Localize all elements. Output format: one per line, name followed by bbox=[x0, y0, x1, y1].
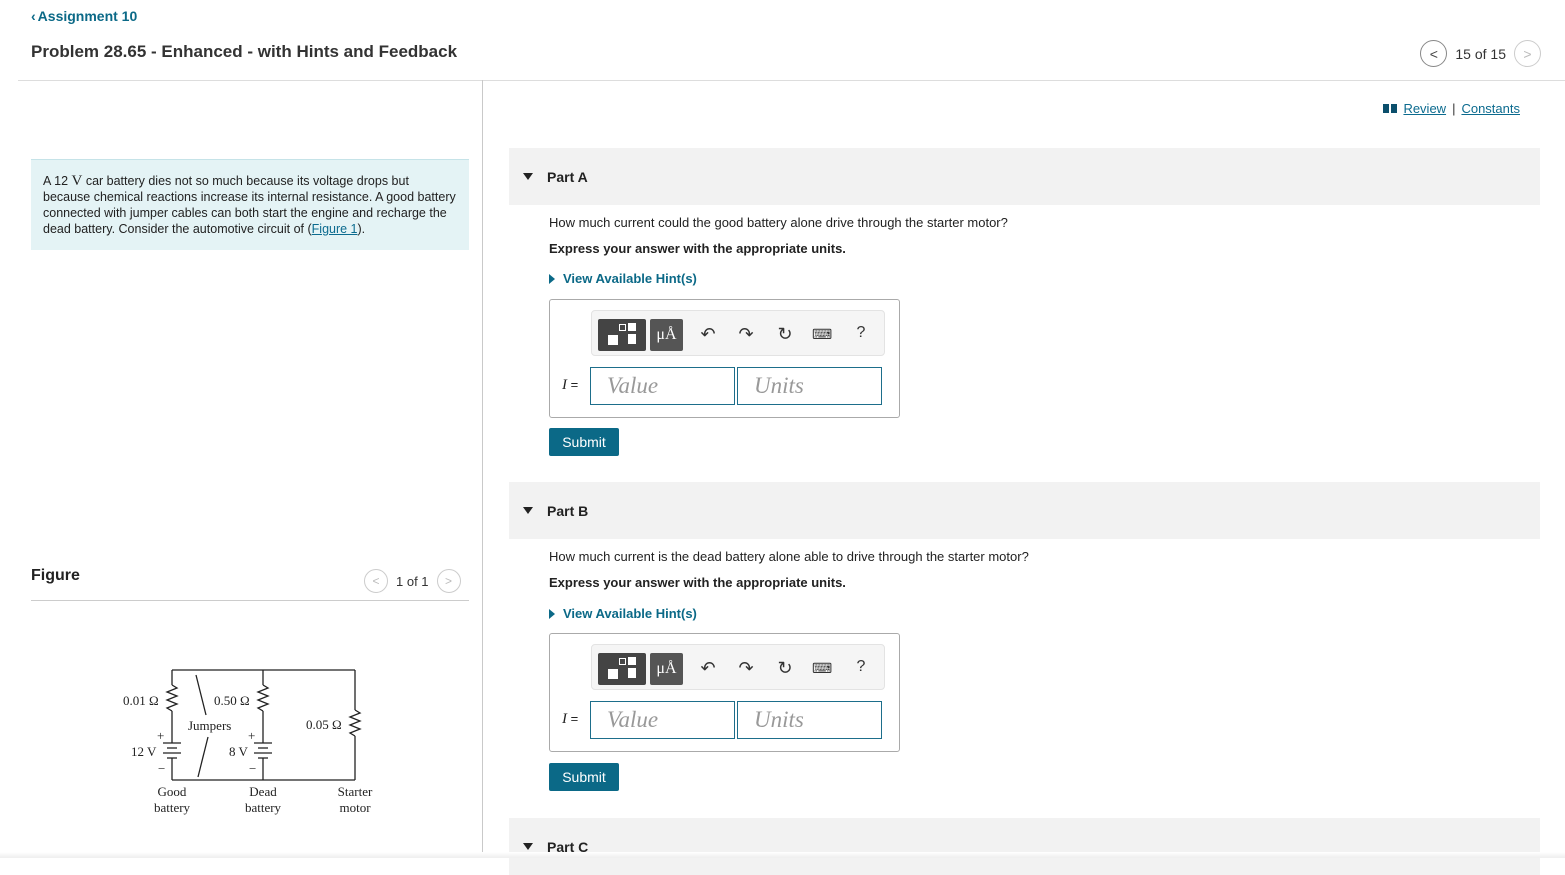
label-jumpers: Jumpers bbox=[188, 718, 231, 733]
label-good-2: battery bbox=[154, 800, 191, 815]
previous-figure-button[interactable]: < bbox=[364, 569, 388, 593]
label-starter-1: Starter bbox=[338, 784, 373, 799]
collapse-triangle-icon bbox=[523, 507, 533, 514]
problem-pager-text: 15 of 15 bbox=[1455, 46, 1506, 62]
figure-pager-text: 1 of 1 bbox=[396, 574, 429, 589]
variable-label: I = bbox=[562, 711, 578, 728]
symbols-button[interactable]: μÅ bbox=[650, 319, 683, 351]
minus-good: − bbox=[158, 761, 165, 776]
problem-statement: A 12 V car battery dies not so much beca… bbox=[31, 159, 469, 250]
reset-icon[interactable]: ↻ bbox=[775, 324, 795, 345]
minus-dead: − bbox=[249, 761, 256, 776]
part-c-header[interactable]: Part C bbox=[509, 818, 1540, 875]
chevron-left-icon: < bbox=[1430, 46, 1438, 62]
figure-pager: < 1 of 1 > bbox=[364, 569, 461, 593]
header-divider bbox=[18, 80, 1565, 81]
chevron-left-icon: ‹ bbox=[31, 8, 36, 24]
label-dead-2: battery bbox=[245, 800, 282, 815]
label-dead-1: Dead bbox=[249, 784, 277, 799]
column-divider bbox=[482, 80, 483, 858]
next-figure-button[interactable]: > bbox=[437, 569, 461, 593]
templates-button[interactable] bbox=[598, 653, 646, 685]
redo-icon[interactable]: ↷ bbox=[736, 324, 756, 345]
part-b-instructions: Express your answer with the appropriate… bbox=[549, 575, 846, 590]
expand-triangle-icon bbox=[549, 609, 555, 619]
symbols-button[interactable]: μÅ bbox=[650, 653, 683, 685]
math-toolbar: μÅ ↶ ↷ ↻ ⌨ ? bbox=[591, 644, 885, 690]
review-link[interactable]: Review bbox=[1403, 101, 1446, 116]
part-a-hint-toggle[interactable]: View Available Hint(s) bbox=[549, 271, 697, 286]
units-input[interactable]: Units bbox=[737, 367, 882, 405]
redo-icon[interactable]: ↷ bbox=[736, 658, 756, 679]
figure-divider bbox=[31, 600, 469, 601]
next-problem-button[interactable]: > bbox=[1514, 40, 1541, 67]
part-b-submit-button[interactable]: Submit bbox=[549, 763, 619, 791]
keyboard-icon[interactable]: ⌨ bbox=[812, 660, 832, 677]
keyboard-icon[interactable]: ⌨ bbox=[812, 326, 832, 343]
part-a-answer-box: μÅ ↶ ↷ ↻ ⌨ ? I = Value Units bbox=[549, 299, 900, 418]
collapse-triangle-icon bbox=[523, 173, 533, 180]
label-v-good: 12 V bbox=[131, 744, 157, 759]
figure-heading: Figure bbox=[31, 567, 80, 585]
circuit-diagram: 0.01 Ω 0.50 Ω Jumpers 0.05 Ω + + 12 V 8 … bbox=[110, 655, 400, 825]
label-r-good: 0.01 Ω bbox=[123, 693, 159, 708]
part-a-header[interactable]: Part A bbox=[509, 148, 1540, 205]
label-r-dead: 0.50 Ω bbox=[214, 693, 250, 708]
help-button[interactable]: ? bbox=[851, 324, 871, 342]
value-input[interactable]: Value bbox=[590, 367, 735, 405]
figure-1-link[interactable]: Figure 1 bbox=[312, 222, 358, 236]
undo-icon[interactable]: ↶ bbox=[698, 658, 718, 679]
part-a-question: How much current could the good battery … bbox=[549, 215, 1008, 230]
problem-pager: < 15 of 15 > bbox=[1420, 40, 1541, 67]
plus-good: + bbox=[157, 728, 164, 743]
chevron-left-icon: < bbox=[372, 574, 379, 588]
units-input[interactable]: Units bbox=[737, 701, 882, 739]
math-toolbar: μÅ ↶ ↷ ↻ ⌨ ? bbox=[591, 310, 885, 356]
templates-button[interactable] bbox=[598, 319, 646, 351]
book-icon bbox=[1383, 104, 1397, 113]
variable-label: I = bbox=[562, 377, 578, 394]
bottom-edge bbox=[0, 852, 1565, 858]
part-b-header[interactable]: Part B bbox=[509, 482, 1540, 539]
expand-triangle-icon bbox=[549, 274, 555, 284]
undo-icon[interactable]: ↶ bbox=[698, 324, 718, 345]
label-good-1: Good bbox=[158, 784, 187, 799]
page-title: Problem 28.65 - Enhanced - with Hints an… bbox=[31, 42, 457, 62]
resource-links: Review | Constants bbox=[1383, 101, 1520, 116]
plus-dead: + bbox=[248, 728, 255, 743]
collapse-triangle-icon bbox=[523, 843, 533, 850]
part-b-hint-toggle[interactable]: View Available Hint(s) bbox=[549, 606, 697, 621]
label-v-dead: 8 V bbox=[229, 744, 249, 759]
part-a-submit-button[interactable]: Submit bbox=[549, 428, 619, 456]
help-button[interactable]: ? bbox=[851, 658, 871, 676]
link-separator: | bbox=[1452, 101, 1455, 116]
back-to-assignment-link[interactable]: ‹Assignment 10 bbox=[31, 8, 137, 24]
chevron-right-icon: > bbox=[1523, 46, 1531, 62]
part-a-instructions: Express your answer with the appropriate… bbox=[549, 241, 846, 256]
value-input[interactable]: Value bbox=[590, 701, 735, 739]
constants-link[interactable]: Constants bbox=[1461, 101, 1520, 116]
previous-problem-button[interactable]: < bbox=[1420, 40, 1447, 67]
label-r-starter: 0.05 Ω bbox=[306, 717, 342, 732]
part-b-question: How much current is the dead battery alo… bbox=[549, 549, 1029, 564]
chevron-right-icon: > bbox=[445, 574, 452, 588]
part-b-answer-box: μÅ ↶ ↷ ↻ ⌨ ? I = Value Units bbox=[549, 633, 900, 752]
label-starter-2: motor bbox=[339, 800, 371, 815]
reset-icon[interactable]: ↻ bbox=[775, 658, 795, 679]
